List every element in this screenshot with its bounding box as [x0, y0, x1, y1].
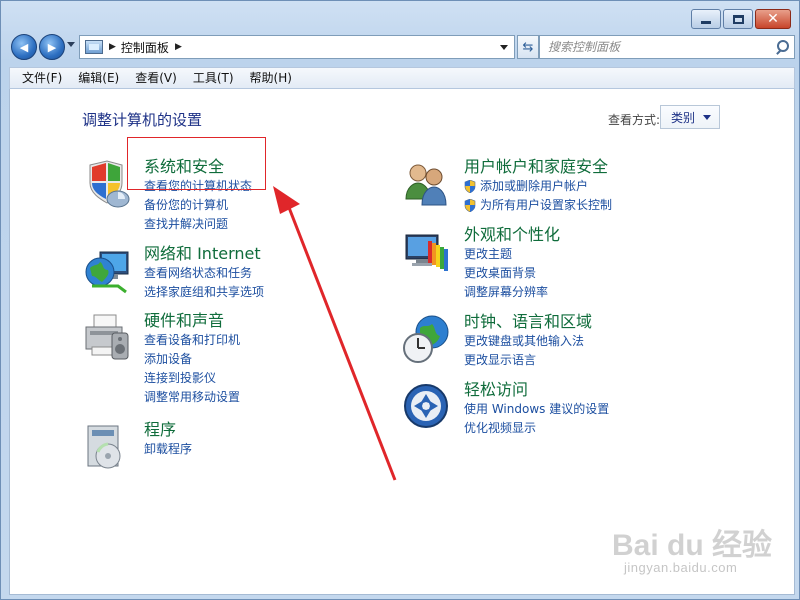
caption-buttons: ✕ [691, 9, 791, 29]
forward-button[interactable]: ▶ [39, 34, 65, 60]
maximize-icon [732, 14, 744, 24]
menu-view[interactable]: 查看(V) [127, 68, 185, 88]
uac-shield-icon [464, 199, 476, 212]
view-by-value: 类别 [671, 110, 696, 125]
menu-file[interactable]: 文件(F) [14, 68, 70, 88]
category-title[interactable]: 硬件和声音 [144, 311, 240, 331]
category-body: 程序 卸载程序 [144, 420, 192, 459]
link-uninstall-program[interactable]: 卸载程序 [144, 440, 192, 459]
search-input[interactable] [540, 40, 772, 54]
link-homegroup-sharing[interactable]: 选择家庭组和共享选项 [144, 283, 264, 302]
link-label: 为所有用户设置家长控制 [480, 198, 613, 212]
breadcrumb-separator[interactable]: ▶ [109, 42, 116, 52]
clock-globe-icon[interactable] [402, 314, 452, 364]
minimize-button[interactable] [691, 9, 721, 29]
baidu-watermark: Bai du 经验 jingyan.baidu.com [612, 512, 772, 582]
category-title[interactable]: 轻松访问 [464, 380, 609, 400]
minimize-icon [701, 20, 711, 24]
breadcrumb-control-panel[interactable]: 控制面板 [121, 39, 169, 56]
watermark-url: jingyan.baidu.com [624, 560, 738, 575]
link-screen-resolution[interactable]: 调整屏幕分辨率 [464, 283, 560, 302]
uac-shield-icon [464, 180, 476, 193]
category-body: 外观和个性化 更改主题 更改桌面背景 调整屏幕分辨率 [464, 225, 560, 302]
category-title[interactable]: 用户帐户和家庭安全 [464, 157, 612, 177]
recent-pages-dropdown[interactable] [67, 42, 75, 47]
category-title[interactable]: 网络和 Internet [144, 244, 264, 264]
page-title: 调整计算机的设置 [82, 111, 203, 129]
window-frame: ✕ ◀ ▶ ▶ 控制面板 ▶ ⇆ 文件(F) 编辑(E) 查看(V) 工具(T)… [0, 0, 800, 600]
forward-arrow-icon: ▶ [47, 40, 57, 54]
back-arrow-icon: ◀ [19, 40, 29, 54]
breadcrumb-separator[interactable]: ▶ [175, 42, 182, 52]
menu-bar: 文件(F) 编辑(E) 查看(V) 工具(T) 帮助(H) [9, 67, 795, 89]
link-view-network-status[interactable]: 查看网络状态和任务 [144, 264, 264, 283]
category-body: 硬件和声音 查看设备和打印机 添加设备 连接到投影仪 调整常用移动设置 [144, 311, 240, 407]
monitor-palette-icon[interactable] [402, 227, 452, 277]
view-by-label: 查看方式: [608, 113, 661, 127]
link-display-language[interactable]: 更改显示语言 [464, 351, 592, 370]
shield-icon[interactable] [82, 159, 132, 209]
navigation-bar: ◀ ▶ ▶ 控制面板 ▶ ⇆ [9, 33, 795, 61]
refresh-icon: ⇆ [522, 39, 534, 55]
close-icon: ✕ [767, 11, 779, 27]
users-icon[interactable] [402, 159, 452, 209]
category-title[interactable]: 程序 [144, 420, 192, 440]
category-title[interactable]: 时钟、语言和区域 [464, 312, 592, 332]
link-recommended-settings[interactable]: 使用 Windows 建议的设置 [464, 400, 609, 419]
address-history-dropdown[interactable] [500, 45, 508, 50]
programs-icon[interactable] [82, 422, 132, 472]
category-title[interactable]: 外观和个性化 [464, 225, 560, 245]
category-body: 轻松访问 使用 Windows 建议的设置 优化视频显示 [464, 380, 609, 438]
printer-icon[interactable] [82, 313, 132, 363]
link-keyboard-input[interactable]: 更改键盘或其他输入法 [464, 332, 592, 351]
watermark-logo: Bai du 经验 [612, 529, 773, 562]
category-body: 网络和 Internet 查看网络状态和任务 选择家庭组和共享选项 [144, 244, 264, 302]
link-change-theme[interactable]: 更改主题 [464, 245, 560, 264]
control-panel-icon [85, 40, 103, 54]
address-bar[interactable]: ▶ 控制面板 ▶ [79, 35, 515, 59]
category-body: 时钟、语言和区域 更改键盘或其他输入法 更改显示语言 [464, 312, 592, 370]
ease-of-access-icon[interactable] [402, 382, 452, 432]
menu-tools[interactable]: 工具(T) [185, 68, 242, 88]
refresh-button[interactable]: ⇆ [517, 35, 539, 59]
link-label: 添加或删除用户帐户 [480, 179, 589, 193]
annotation-highlight-box [127, 137, 266, 190]
link-backup-computer[interactable]: 备份您的计算机 [144, 196, 252, 215]
search-box [539, 35, 795, 59]
link-devices-printers[interactable]: 查看设备和打印机 [144, 331, 240, 350]
link-troubleshoot[interactable]: 查找并解决问题 [144, 215, 252, 234]
close-button[interactable]: ✕ [755, 9, 791, 29]
link-mobility-settings[interactable]: 调整常用移动设置 [144, 388, 240, 407]
menu-help[interactable]: 帮助(H) [242, 68, 300, 88]
link-add-device[interactable]: 添加设备 [144, 350, 240, 369]
link-desktop-background[interactable]: 更改桌面背景 [464, 264, 560, 283]
link-connect-projector[interactable]: 连接到投影仪 [144, 369, 240, 388]
back-button[interactable]: ◀ [11, 34, 37, 60]
link-parental-controls[interactable]: 为所有用户设置家长控制 [464, 196, 612, 215]
link-optimize-display[interactable]: 优化视频显示 [464, 419, 609, 438]
category-body: 用户帐户和家庭安全 添加或删除用户帐户 为所有用户设置家长控制 [464, 157, 612, 215]
globe-network-icon[interactable] [82, 246, 132, 296]
chevron-down-icon [703, 115, 711, 120]
view-by-select[interactable]: 类别 [660, 105, 720, 129]
menu-edit[interactable]: 编辑(E) [70, 68, 127, 88]
link-add-remove-accounts[interactable]: 添加或删除用户帐户 [464, 177, 612, 196]
search-icon[interactable] [772, 36, 794, 58]
maximize-button[interactable] [723, 9, 753, 29]
